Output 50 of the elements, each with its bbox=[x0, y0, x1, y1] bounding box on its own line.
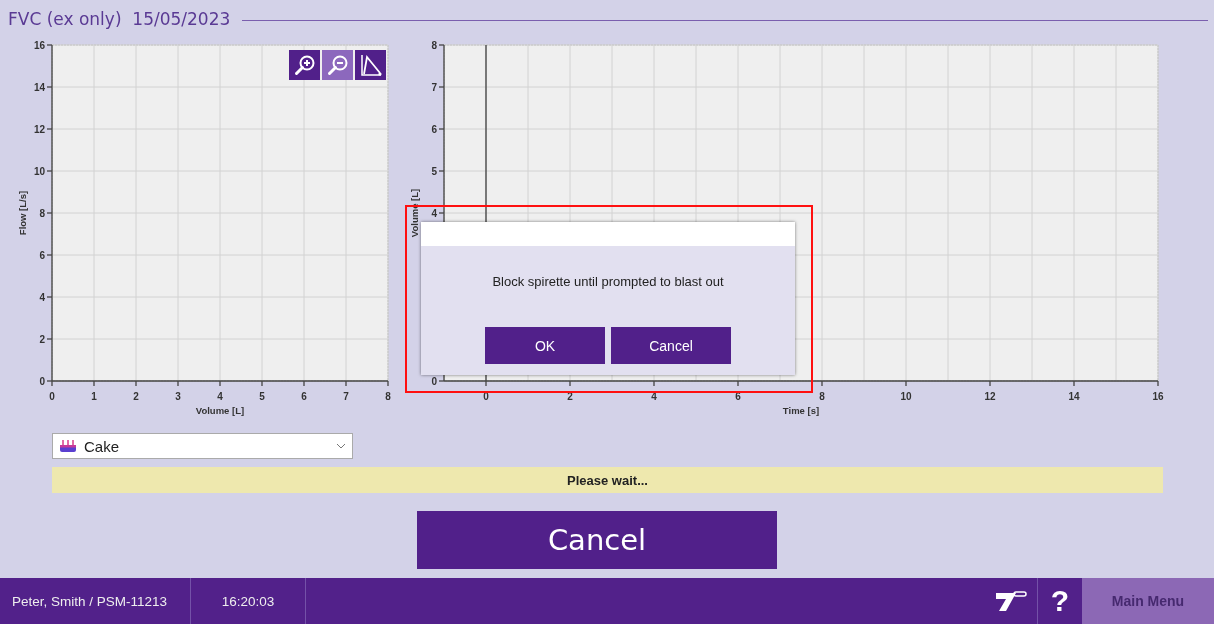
axis-title: Volume [L] bbox=[195, 405, 245, 416]
tick-label: 0 bbox=[39, 376, 45, 387]
tick-label: 16 bbox=[1152, 391, 1164, 402]
tick-label: 8 bbox=[819, 391, 825, 402]
tick-label: 7 bbox=[343, 391, 349, 402]
user-label: Peter, Smith / PSM-11213 bbox=[0, 578, 191, 624]
dialog-message: Block spirette until prompted to blast out bbox=[491, 274, 725, 289]
tick-label: 4 bbox=[431, 208, 437, 219]
cancel-button[interactable]: Cancel bbox=[417, 511, 777, 569]
zoom-in-button[interactable] bbox=[289, 50, 320, 80]
tick-label: 14 bbox=[1068, 391, 1080, 402]
tick-label: 3 bbox=[175, 391, 181, 402]
clock: 16:20:03 bbox=[191, 578, 306, 624]
spirometer-icon bbox=[994, 590, 1028, 612]
tick-label: 12 bbox=[33, 124, 45, 135]
tick-label: 4 bbox=[217, 391, 223, 402]
curve-button[interactable] bbox=[355, 50, 386, 80]
tick-label: 8 bbox=[39, 208, 45, 219]
tick-label: 7 bbox=[431, 82, 437, 93]
tick-label: 14 bbox=[33, 82, 45, 93]
tick-label: 8 bbox=[431, 40, 437, 51]
tick-label: 6 bbox=[431, 124, 437, 135]
tick-label: 16 bbox=[33, 40, 45, 51]
tick-label: 6 bbox=[39, 250, 45, 261]
tick-label: 8 bbox=[385, 391, 391, 402]
cake-icon bbox=[59, 439, 77, 453]
ok-button[interactable]: OK bbox=[485, 327, 605, 364]
tick-label: 0 bbox=[431, 376, 437, 387]
axis-title: Time [s] bbox=[782, 405, 820, 416]
help-button[interactable]: ? bbox=[1038, 578, 1082, 624]
status-bar: Please wait... bbox=[52, 467, 1163, 493]
dropdown[interactable]: Cake bbox=[52, 433, 353, 459]
cancel-button[interactable]: Cancel bbox=[611, 327, 731, 364]
zoom-in-icon bbox=[293, 54, 316, 76]
chevron-down-icon bbox=[336, 443, 346, 449]
screen-title: FVC (ex only) 15/05/2023 bbox=[8, 9, 231, 29]
tick-label: 4 bbox=[39, 292, 45, 303]
tick-label: 2 bbox=[133, 391, 139, 402]
zoom-out-icon bbox=[326, 54, 349, 76]
tick-label: 6 bbox=[301, 391, 307, 402]
tick-label: 10 bbox=[900, 391, 912, 402]
curve-icon bbox=[358, 53, 383, 77]
axis-title: Flow [L/s] bbox=[17, 190, 28, 236]
tick-label: 2 bbox=[39, 334, 45, 345]
tick-label: 12 bbox=[984, 391, 996, 402]
tick-label: 5 bbox=[431, 166, 437, 177]
tick-label: 10 bbox=[33, 166, 45, 177]
tick-label: 5 bbox=[259, 391, 265, 402]
tick-label: 1 bbox=[91, 391, 97, 402]
tick-label: 0 bbox=[49, 391, 55, 402]
